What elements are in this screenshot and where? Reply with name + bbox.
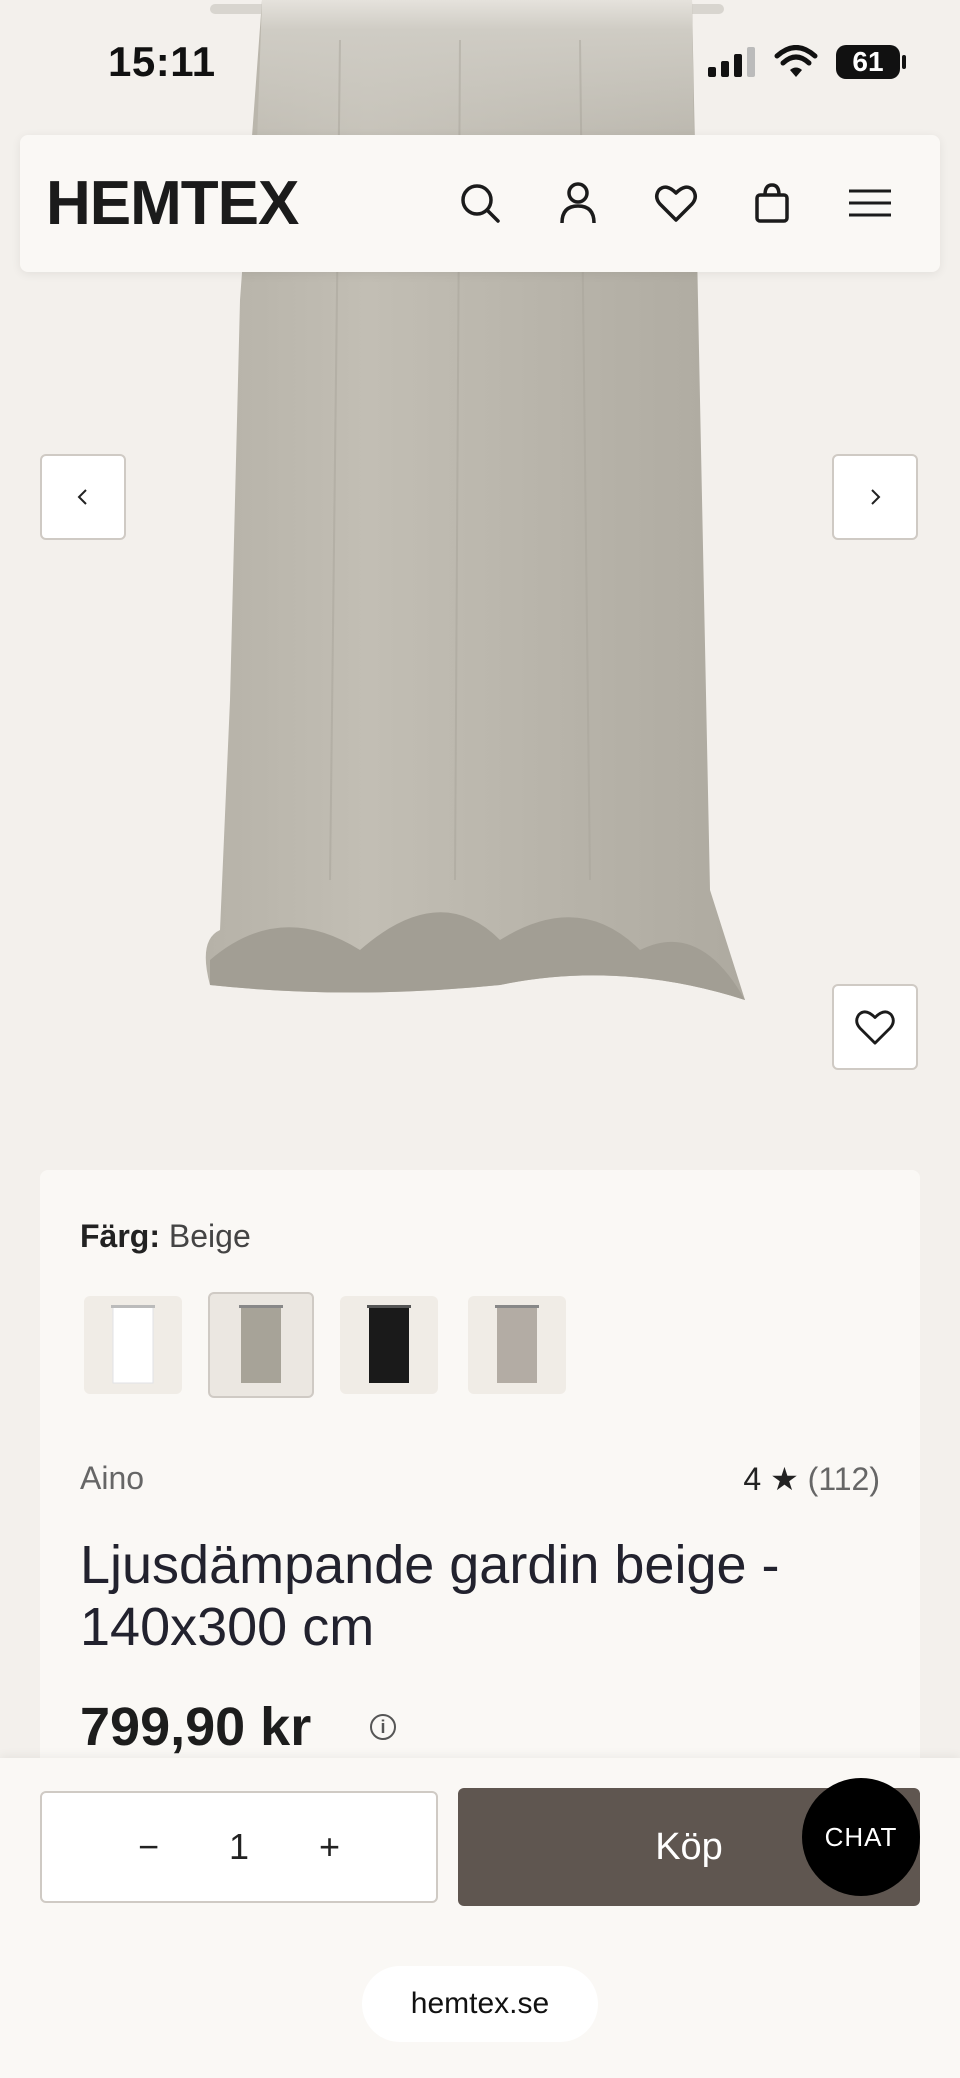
swatch-black-image <box>367 1305 411 1383</box>
increase-quantity-button[interactable]: + <box>319 1826 340 1868</box>
rating-value: 4 <box>743 1461 762 1497</box>
review-count: (112) <box>807 1461 880 1497</box>
swatch-beige[interactable] <box>208 1292 314 1398</box>
swatch-beige-image <box>239 1305 283 1383</box>
site-header: HEMTEX <box>20 135 940 272</box>
info-icon[interactable]: i <box>370 1714 396 1740</box>
decrease-quantity-button[interactable]: − <box>138 1826 159 1868</box>
prev-image-button[interactable] <box>40 454 126 540</box>
product-rating[interactable]: 4 ★ (112) <box>743 1460 880 1498</box>
menu-icon[interactable] <box>842 175 898 231</box>
hemtex-logo[interactable]: HEMTEX <box>46 173 299 235</box>
chevron-right-icon <box>871 489 881 505</box>
product-title: Ljusdämpande gardin beige - 140x300 cm <box>80 1535 780 1657</box>
status-time: 15:11 <box>108 38 216 85</box>
battery-indicator: 61 <box>836 45 906 79</box>
product-price: 799,90 kr <box>80 1697 312 1757</box>
favorite-icon <box>855 1010 895 1045</box>
quantity-stepper: − 1 + <box>40 1791 438 1903</box>
buy-button-label: Köp <box>655 1825 723 1868</box>
signal-icon <box>708 47 755 77</box>
swatch-black[interactable] <box>340 1296 438 1394</box>
browser-url-pill[interactable]: hemtex.se <box>362 1966 598 2042</box>
status-icons: 61 <box>708 40 906 84</box>
swatch-greige[interactable] <box>468 1296 566 1394</box>
color-label-value: Beige <box>168 1218 251 1254</box>
add-to-favorites-button[interactable] <box>832 984 918 1070</box>
heart-icon[interactable] <box>648 175 704 231</box>
star-icon: ★ <box>770 1461 799 1497</box>
chevron-left-icon <box>77 489 87 505</box>
quantity-value: 1 <box>228 1826 250 1867</box>
swatch-white-image <box>111 1305 155 1384</box>
color-selector-label: Färg: Beige <box>80 1218 251 1255</box>
next-image-button[interactable] <box>832 454 918 540</box>
color-label-key: Färg: <box>80 1218 160 1254</box>
wifi-icon <box>774 45 818 77</box>
swatch-white[interactable] <box>84 1296 182 1394</box>
search-icon[interactable] <box>452 175 508 231</box>
product-brand[interactable]: Aino <box>80 1460 144 1497</box>
swatch-greige-image <box>495 1305 539 1383</box>
chat-button[interactable]: CHAT <box>802 1778 920 1896</box>
account-icon[interactable] <box>550 175 606 231</box>
bag-icon[interactable] <box>744 175 800 231</box>
